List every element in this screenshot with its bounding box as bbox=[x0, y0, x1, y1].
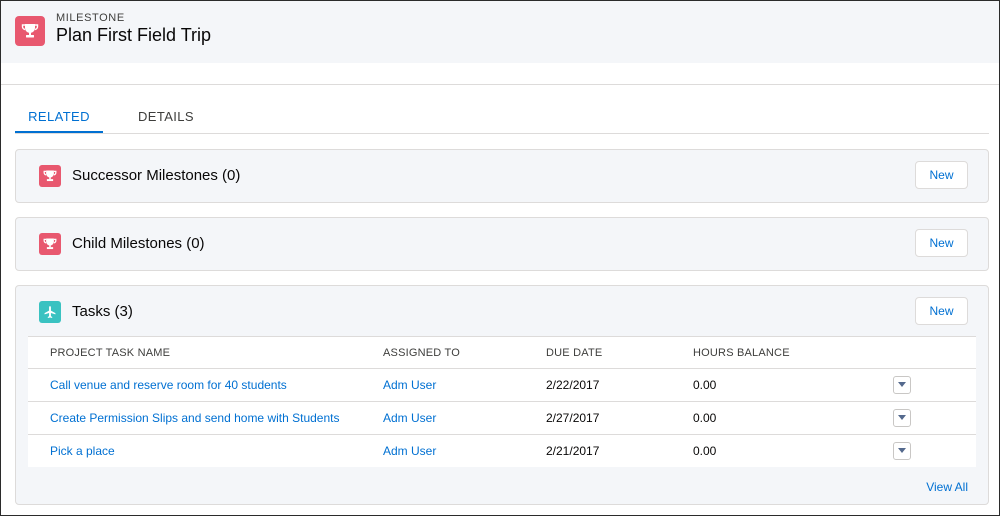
page-title: Plan First Field Trip bbox=[56, 25, 212, 45]
card-title: Child Milestones (0) bbox=[72, 235, 205, 252]
record-type-label: MILESTONE bbox=[56, 12, 125, 24]
trophy-icon bbox=[39, 165, 61, 187]
new-child-milestone-button[interactable]: New bbox=[915, 229, 968, 257]
new-task-button[interactable]: New bbox=[915, 297, 968, 325]
table-row: Create Permission Slips and send home wi… bbox=[28, 401, 976, 435]
column-header-project-task-name[interactable]: PROJECT TASK NAME bbox=[50, 347, 170, 359]
successor-milestones-card: Successor Milestones (0) New bbox=[15, 149, 989, 203]
card-title: Successor Milestones (0) bbox=[72, 167, 241, 184]
app-frame: MILESTONE Plan First Field Trip RELATED … bbox=[0, 0, 1000, 516]
new-successor-milestone-button[interactable]: New bbox=[915, 161, 968, 189]
assigned-user-link[interactable]: Adm User bbox=[383, 378, 436, 392]
row-actions-button[interactable] bbox=[893, 442, 911, 460]
trophy-icon bbox=[39, 233, 61, 255]
tab-details[interactable]: DETAILS bbox=[127, 101, 205, 131]
row-actions-button[interactable] bbox=[893, 409, 911, 427]
card-title: Tasks (3) bbox=[72, 303, 133, 320]
table-row: Call venue and reserve room for 40 stude… bbox=[28, 368, 976, 402]
card-header: Tasks (3) New bbox=[16, 286, 988, 338]
tasks-table: PROJECT TASK NAME ASSIGNED TO DUE DATE H… bbox=[28, 336, 976, 467]
header-band bbox=[1, 63, 999, 85]
assigned-user-link[interactable]: Adm User bbox=[383, 444, 436, 458]
row-actions-button[interactable] bbox=[893, 376, 911, 394]
trophy-icon bbox=[15, 16, 45, 46]
assigned-user-link[interactable]: Adm User bbox=[383, 411, 436, 425]
task-name-link[interactable]: Call venue and reserve room for 40 stude… bbox=[50, 378, 287, 392]
due-date: 2/27/2017 bbox=[546, 411, 600, 425]
task-name-link[interactable]: Create Permission Slips and send home wi… bbox=[50, 411, 339, 425]
task-name-link[interactable]: Pick a place bbox=[50, 444, 115, 458]
page-header: MILESTONE Plan First Field Trip bbox=[1, 1, 999, 64]
column-header-hours-balance[interactable]: HOURS BALANCE bbox=[693, 347, 790, 359]
chevron-down-icon bbox=[898, 382, 906, 387]
chevron-down-icon bbox=[898, 448, 906, 453]
hours-balance: 0.00 bbox=[693, 378, 717, 392]
view-all-link[interactable]: View All bbox=[926, 480, 968, 494]
tasks-card: Tasks (3) New PROJECT TASK NAME ASSIGNED… bbox=[15, 285, 989, 505]
tab-related[interactable]: RELATED bbox=[15, 101, 103, 133]
hours-balance: 0.00 bbox=[693, 444, 717, 458]
due-date: 2/22/2017 bbox=[546, 378, 600, 392]
tab-bar: RELATED DETAILS bbox=[15, 101, 989, 134]
table-row: Pick a place Adm User 2/21/2017 0.00 bbox=[28, 434, 976, 468]
column-header-due-date[interactable]: DUE DATE bbox=[546, 347, 602, 359]
hours-balance: 0.00 bbox=[693, 411, 717, 425]
chevron-down-icon bbox=[898, 415, 906, 420]
due-date: 2/21/2017 bbox=[546, 444, 600, 458]
card-header: Child Milestones (0) New bbox=[16, 218, 988, 270]
card-header: Successor Milestones (0) New bbox=[16, 150, 988, 202]
child-milestones-card: Child Milestones (0) New bbox=[15, 217, 989, 271]
column-header-assigned-to[interactable]: ASSIGNED TO bbox=[383, 347, 460, 359]
plane-icon bbox=[39, 301, 61, 323]
